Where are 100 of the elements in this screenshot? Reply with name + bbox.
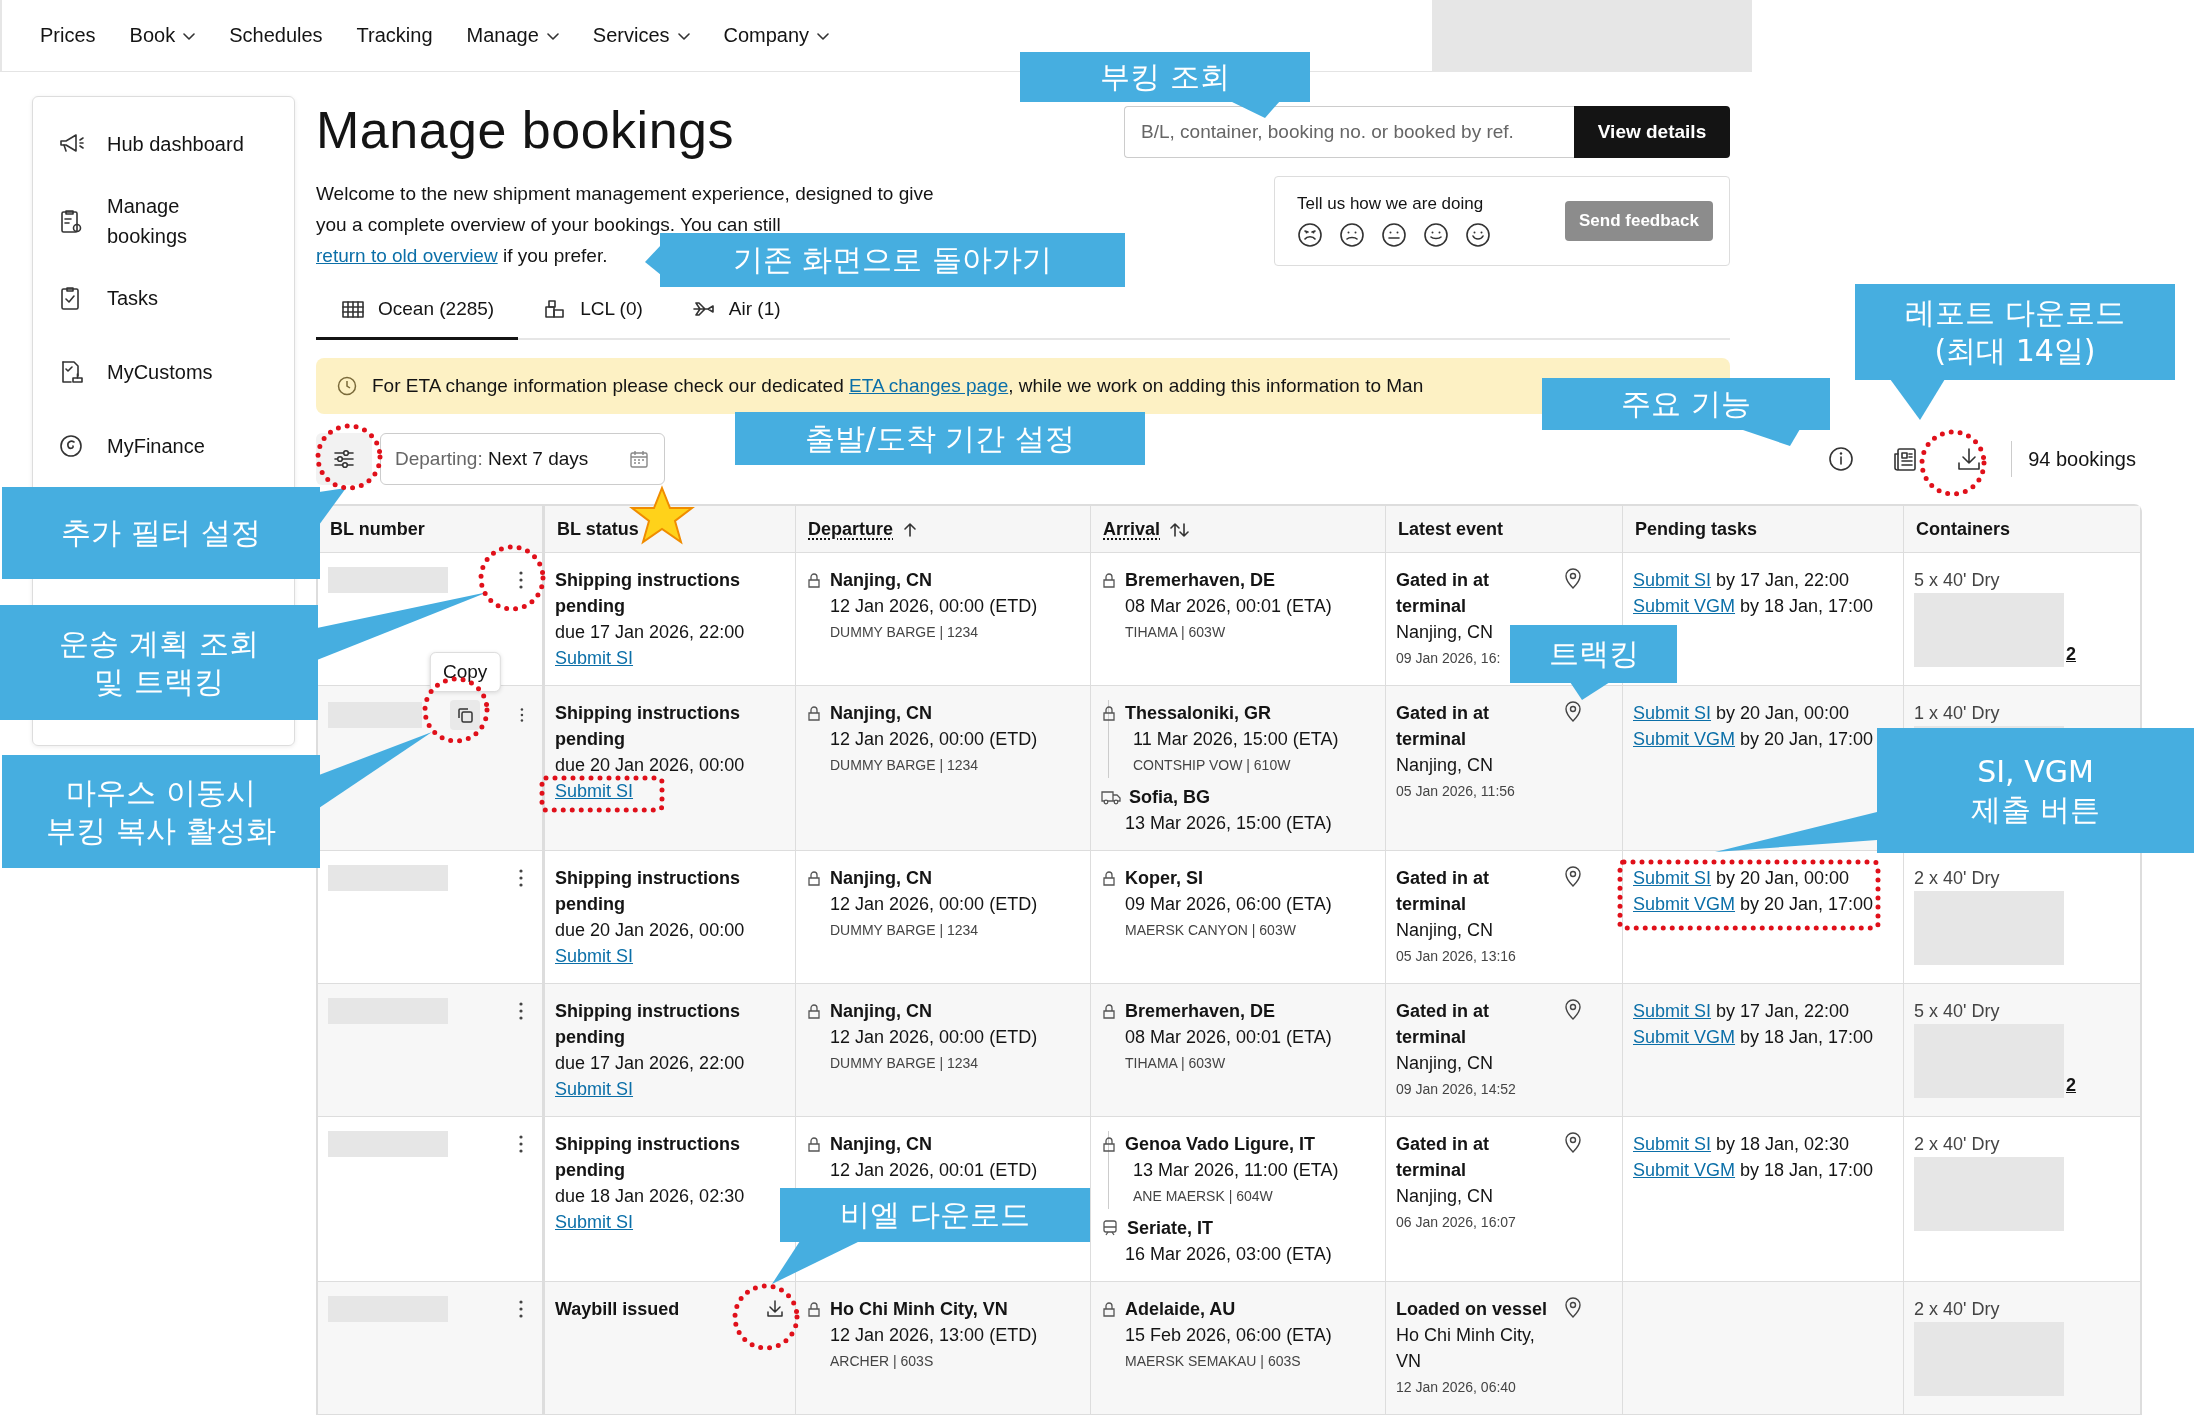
sidebar-item[interactable]: MyFinance bbox=[33, 409, 294, 483]
info-icon[interactable] bbox=[1827, 445, 1856, 473]
due-text: due 20 Jan 2026, 00:00 bbox=[555, 754, 746, 777]
deadline-text: by 20 Jan, 00:00 bbox=[1715, 868, 1850, 888]
status-text: Waybill issued bbox=[555, 1298, 681, 1321]
submit-link[interactable]: Submit SI bbox=[1633, 703, 1712, 723]
neutral-face-icon[interactable] bbox=[1381, 222, 1407, 248]
location-pin-icon[interactable] bbox=[1564, 1296, 1582, 1318]
more-containers-link[interactable]: 2 bbox=[2066, 1072, 2076, 1098]
callout-label: 마우스 이동시 부킹 복사 활성화 bbox=[2, 755, 320, 868]
location-pin-icon[interactable] bbox=[1564, 700, 1582, 722]
location-pin-icon[interactable] bbox=[1564, 998, 1582, 1020]
lock-icon bbox=[806, 572, 822, 588]
submit-si-link[interactable]: Submit SI bbox=[555, 781, 634, 801]
container-summary: 2 x 40' Dry bbox=[1914, 1298, 2001, 1321]
submit-link[interactable]: Submit SI bbox=[1633, 1001, 1712, 1021]
calendar-icon bbox=[628, 448, 651, 470]
submit-link[interactable]: Submit SI bbox=[1633, 1134, 1712, 1154]
eta-text: 16 Mar 2026, 03:00 (ETA) bbox=[1124, 1243, 1333, 1266]
due-text: due 17 Jan 2026, 22:00 bbox=[555, 1052, 746, 1075]
deadline-text: by 17 Jan, 22:00 bbox=[1715, 1001, 1850, 1021]
submit-si-link[interactable]: Submit SI bbox=[555, 946, 634, 966]
location-pin-icon[interactable] bbox=[1564, 567, 1582, 589]
download-icon[interactable] bbox=[765, 1298, 785, 1318]
more-containers-link[interactable]: 2 bbox=[2066, 641, 2076, 667]
chevron-down-icon bbox=[183, 33, 196, 41]
location-pin-icon[interactable] bbox=[1564, 1131, 1582, 1153]
highlight-circle bbox=[315, 423, 383, 491]
location-name: Adelaide, AU bbox=[1125, 1298, 1236, 1321]
lock-icon bbox=[806, 705, 822, 721]
lock-icon bbox=[1101, 870, 1117, 886]
nav-link[interactable]: Manage bbox=[466, 24, 559, 47]
lock-icon bbox=[806, 1003, 822, 1019]
chevron-down-icon bbox=[677, 33, 690, 41]
very-sad-face-icon[interactable] bbox=[1297, 222, 1323, 248]
happy-face-icon[interactable] bbox=[1465, 222, 1491, 248]
vessel-text: ANE MAERSK | 604W bbox=[1132, 1187, 1274, 1206]
tab[interactable]: Ocean (2285) bbox=[316, 285, 519, 340]
eta-text: 12 Jan 2026, 00:00 (ETD) bbox=[829, 595, 1039, 618]
copy-button[interactable] bbox=[450, 700, 481, 730]
due-text: due 17 Jan 2026, 22:00 bbox=[555, 621, 746, 644]
sidebar-item[interactable]: Tasks bbox=[33, 261, 294, 335]
deadline-text: by 17 Jan, 22:00 bbox=[1715, 570, 1850, 590]
eta-changes-link[interactable]: ETA changes page bbox=[849, 375, 1009, 396]
event-time: 06 Jan 2026, 16:07 bbox=[1396, 1213, 1517, 1232]
submit-si-link[interactable]: Submit SI bbox=[555, 648, 634, 668]
lock-icon bbox=[806, 870, 822, 886]
location-name: Nanjing, CN bbox=[830, 1000, 932, 1023]
sad-face-icon[interactable] bbox=[1339, 222, 1365, 248]
submit-link[interactable]: Submit VGM bbox=[1633, 1160, 1736, 1180]
nav-link[interactable]: Prices bbox=[40, 24, 96, 47]
sidebar-item[interactable]: Manage bookings bbox=[33, 181, 294, 261]
submit-link[interactable]: Submit VGM bbox=[1633, 729, 1736, 749]
submit-link[interactable]: Submit VGM bbox=[1633, 1027, 1736, 1047]
search-field[interactable]: B/L, container, booking no. or booked by ref. bbox=[1124, 106, 1574, 158]
sort-ascending-icon[interactable] bbox=[903, 521, 918, 538]
eta-text: 12 Jan 2026, 00:00 (ETD) bbox=[829, 728, 1039, 751]
callout-pointer bbox=[1890, 379, 1945, 420]
container-summary: 5 x 40' Dry bbox=[1914, 569, 2001, 592]
smile-face-icon[interactable] bbox=[1423, 222, 1449, 248]
clock-icon bbox=[336, 375, 358, 397]
event-text: Gated in at terminal bbox=[1396, 569, 1490, 618]
nav-link[interactable]: Services bbox=[592, 24, 690, 47]
submit-si-link[interactable]: Submit SI bbox=[555, 1079, 634, 1099]
tab[interactable]: LCL (0) bbox=[518, 285, 667, 340]
column-header: Pending tasks bbox=[1635, 518, 1758, 539]
nav-link[interactable]: Tracking bbox=[356, 24, 433, 47]
lock-icon bbox=[1101, 1136, 1117, 1152]
location-name: Nanjing, CN bbox=[1396, 754, 1495, 777]
eta-text: 08 Mar 2026, 00:01 (ETA) bbox=[1124, 1026, 1333, 1049]
highlight-circle bbox=[478, 544, 546, 612]
sidebar-item[interactable]: MyCustoms bbox=[33, 335, 294, 409]
column-header[interactable]: Departure bbox=[808, 518, 894, 539]
view-details-button[interactable]: View details bbox=[1574, 106, 1730, 158]
container-summary: 2 x 40' Dry bbox=[1914, 1133, 2001, 1156]
page-title: Manage bookings bbox=[316, 100, 735, 160]
vessel-text: MAERSK CANYON | 603W bbox=[1124, 921, 1297, 940]
date-range-select[interactable]: Departing: Next 7 days bbox=[380, 433, 666, 485]
column-header: Containers bbox=[1916, 518, 2011, 539]
submit-link[interactable]: Submit VGM bbox=[1633, 596, 1736, 616]
submit-link[interactable]: Submit VGM bbox=[1633, 894, 1736, 914]
train-icon bbox=[1101, 1220, 1119, 1236]
nav-link[interactable]: Company bbox=[723, 24, 830, 47]
submit-link[interactable]: Submit SI bbox=[1633, 570, 1712, 590]
old-overview-link[interactable]: return to old overview bbox=[316, 245, 498, 266]
sidebar-item[interactable]: Hub dashboard bbox=[33, 107, 294, 181]
column-header[interactable]: Arrival bbox=[1103, 518, 1161, 539]
filter-button[interactable] bbox=[316, 433, 372, 485]
chevron-down-icon bbox=[546, 33, 559, 41]
nav-link[interactable]: Schedules bbox=[229, 24, 323, 47]
booking-count: 94 bookings bbox=[2028, 447, 2136, 471]
event-time: 05 Jan 2026, 13:16 bbox=[1396, 947, 1517, 966]
chevron-down-icon bbox=[817, 33, 830, 41]
location-pin-icon[interactable] bbox=[1564, 865, 1582, 887]
submit-si-link[interactable]: Submit SI bbox=[555, 1212, 634, 1232]
submit-link[interactable]: Submit SI bbox=[1633, 868, 1712, 888]
sliders-icon bbox=[332, 448, 356, 470]
sort-icon[interactable] bbox=[1170, 521, 1191, 538]
tab[interactable]: Air (1) bbox=[666, 285, 805, 340]
nav-link[interactable]: Book bbox=[129, 24, 196, 47]
